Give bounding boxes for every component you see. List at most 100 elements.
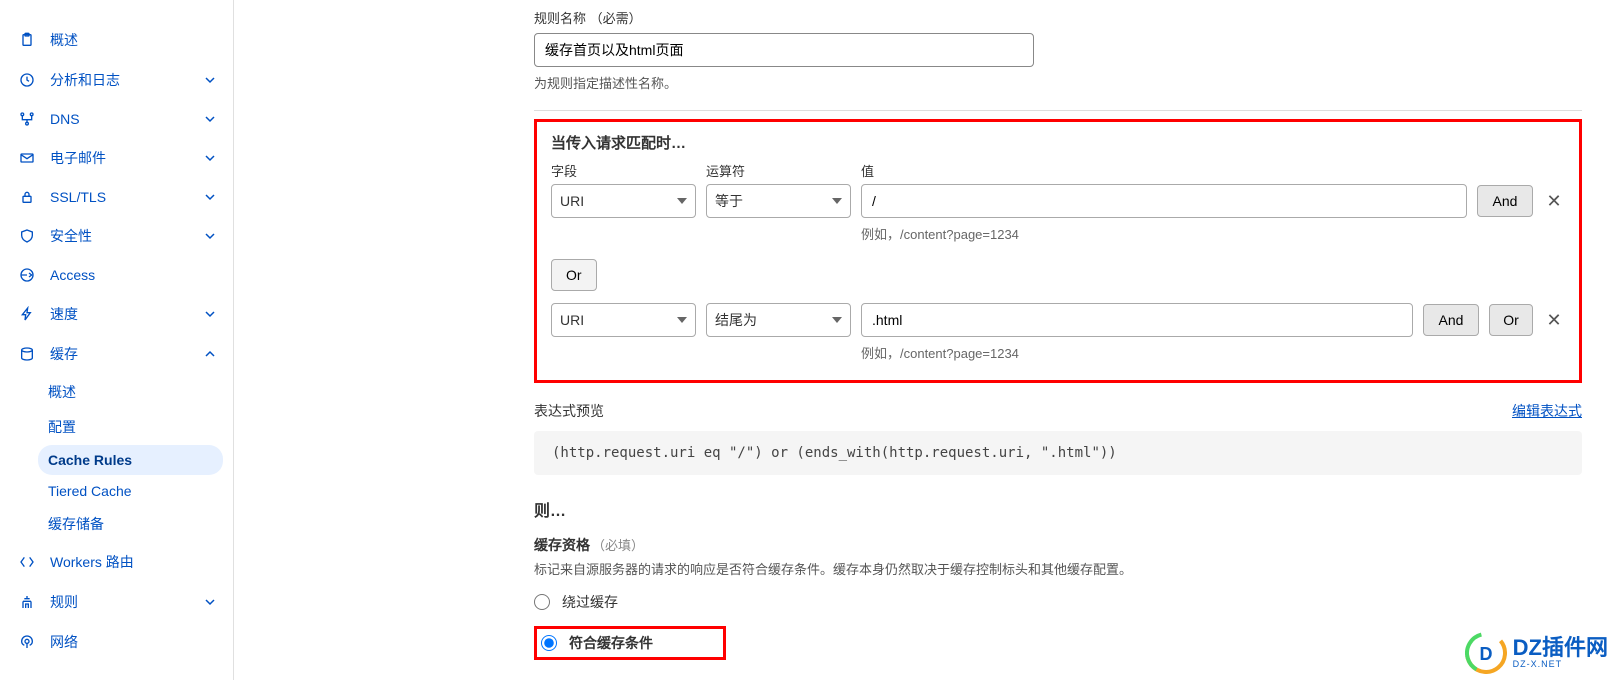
operator-value: 结尾为 — [715, 310, 757, 330]
workers-icon — [18, 553, 36, 571]
sidebar-label: 规则 — [50, 592, 205, 612]
sidebar-label: 网络 — [50, 632, 215, 652]
sidebar-item-analytics[interactable]: 分析和日志 — [0, 60, 233, 100]
col-field-label: 字段 — [551, 161, 696, 180]
or-button[interactable]: Or — [1489, 304, 1533, 336]
sub-item-cache-reserve[interactable]: 缓存储备 — [38, 507, 223, 541]
access-icon — [18, 266, 36, 284]
edit-expression-link[interactable]: 编辑表达式 — [1512, 401, 1582, 421]
rule-name-input[interactable] — [534, 33, 1034, 67]
bolt-icon — [18, 305, 36, 323]
field-select[interactable]: URI — [551, 303, 696, 337]
sidebar-label: 缓存 — [50, 344, 205, 364]
clipboard-icon — [18, 31, 36, 49]
required-label: （必填） — [592, 538, 644, 553]
sidebar-label: Access — [50, 267, 215, 283]
field-value: URI — [560, 193, 584, 209]
match-conditions-box: 当传入请求匹配时… 字段 运算符 值 URI 等于 And ✕ — [534, 119, 1582, 383]
main-content: 规则名称 （必需） 为规则指定描述性名称。 当传入请求匹配时… 字段 运算符 值… — [234, 0, 1622, 680]
network-icon — [18, 633, 36, 651]
sidebar-item-workers[interactable]: Workers 路由 — [0, 542, 233, 582]
value-example: 例如，/content?page=1234 — [861, 224, 1467, 243]
remove-row-icon[interactable]: ✕ — [1543, 309, 1565, 331]
sub-item-cache-rules[interactable]: Cache Rules — [38, 445, 223, 475]
shield-icon — [18, 227, 36, 245]
radio-eligible-label: 符合缓存条件 — [569, 633, 653, 653]
sidebar-item-rules[interactable]: 规则 — [0, 582, 233, 622]
chevron-down-icon — [205, 114, 215, 124]
sidebar-item-cache[interactable]: 缓存 — [0, 334, 233, 374]
then-title: 则… — [534, 497, 1582, 521]
condition-row: URI 等于 And ✕ — [551, 184, 1565, 218]
dropdown-icon — [832, 198, 842, 204]
value-input[interactable] — [861, 303, 1413, 337]
divider — [534, 110, 1582, 111]
sidebar-item-email[interactable]: 电子邮件 — [0, 138, 233, 178]
sidebar-label: DNS — [50, 111, 205, 127]
radio-bypass-cache[interactable] — [534, 594, 550, 610]
operator-select[interactable]: 等于 — [706, 184, 851, 218]
col-op-label: 运算符 — [706, 161, 851, 180]
chevron-down-icon — [205, 309, 215, 319]
condition-row: URI 结尾为 And Or ✕ — [551, 303, 1565, 337]
sidebar-item-network[interactable]: 网络 — [0, 622, 233, 662]
col-val-label: 值 — [861, 161, 1565, 180]
match-title: 当传入请求匹配时… — [551, 132, 1565, 153]
cache-submenu: 概述 配置 Cache Rules Tiered Cache 缓存储备 — [0, 375, 233, 541]
radio-eligible-cache[interactable] — [541, 635, 557, 651]
field-select[interactable]: URI — [551, 184, 696, 218]
sub-item-tiered-cache[interactable]: Tiered Cache — [38, 476, 223, 506]
chevron-down-icon — [205, 75, 215, 85]
sidebar-label: 电子邮件 — [50, 148, 205, 168]
sidebar-item-ssl[interactable]: SSL/TLS — [0, 178, 233, 216]
operator-value: 等于 — [715, 191, 743, 211]
sub-item-overview[interactable]: 概述 — [38, 375, 223, 409]
cache-icon — [18, 345, 36, 363]
sidebar-label: 概述 — [50, 30, 215, 50]
lock-icon — [18, 188, 36, 206]
dropdown-icon — [677, 317, 687, 323]
sidebar-label: 分析和日志 — [50, 70, 205, 90]
highlighted-option: 符合缓存条件 — [534, 626, 726, 660]
rule-name-help: 为规则指定描述性名称。 — [534, 73, 1582, 92]
sub-item-config[interactable]: 配置 — [38, 410, 223, 444]
sidebar-item-speed[interactable]: 速度 — [0, 294, 233, 334]
watermark-brand: DZ插件网 — [1513, 637, 1608, 659]
sidebar-label: SSL/TLS — [50, 189, 205, 205]
svg-text:D: D — [1479, 644, 1492, 664]
field-value: URI — [560, 312, 584, 328]
mail-icon — [18, 149, 36, 167]
chevron-down-icon — [205, 192, 215, 202]
chevron-down-icon — [205, 231, 215, 241]
chevron-down-icon — [205, 153, 215, 163]
dns-icon — [18, 110, 36, 128]
cache-eligibility-label: 缓存资格 — [534, 537, 590, 553]
sidebar-label: 速度 — [50, 304, 205, 324]
expression-preview-code: (http.request.uri eq "/") or (ends_with(… — [534, 431, 1582, 475]
rule-name-label: 规则名称 （必需） — [534, 8, 1582, 27]
operator-select[interactable]: 结尾为 — [706, 303, 851, 337]
sidebar-label: 安全性 — [50, 226, 205, 246]
clock-icon — [18, 71, 36, 89]
or-button[interactable]: Or — [551, 259, 597, 291]
watermark-logo-icon: D — [1465, 632, 1507, 674]
sidebar-item-dns[interactable]: DNS — [0, 100, 233, 138]
cache-eligibility-desc: 标记来自源服务器的请求的响应是否符合缓存条件。缓存本身仍然取决于缓存控制标头和其… — [534, 559, 1582, 578]
dropdown-icon — [832, 317, 842, 323]
and-button[interactable]: And — [1477, 185, 1533, 217]
watermark-sub: DZ-X.NET — [1513, 659, 1608, 669]
value-example: 例如，/content?page=1234 — [861, 343, 1413, 362]
sidebar-label: Workers 路由 — [50, 552, 215, 572]
dropdown-icon — [677, 198, 687, 204]
chevron-down-icon — [205, 597, 215, 607]
sidebar-item-overview[interactable]: 概述 — [0, 20, 233, 60]
sidebar-item-access[interactable]: Access — [0, 256, 233, 294]
and-button[interactable]: And — [1423, 304, 1479, 336]
sidebar: 概述 分析和日志 DNS 电子邮件 SSL/TLS 安全性 — [0, 0, 234, 680]
sidebar-item-security[interactable]: 安全性 — [0, 216, 233, 256]
expression-preview-label: 表达式预览 — [534, 401, 604, 421]
value-input[interactable] — [861, 184, 1467, 218]
rules-icon — [18, 593, 36, 611]
radio-bypass-label: 绕过缓存 — [562, 592, 618, 612]
remove-row-icon[interactable]: ✕ — [1543, 190, 1565, 212]
